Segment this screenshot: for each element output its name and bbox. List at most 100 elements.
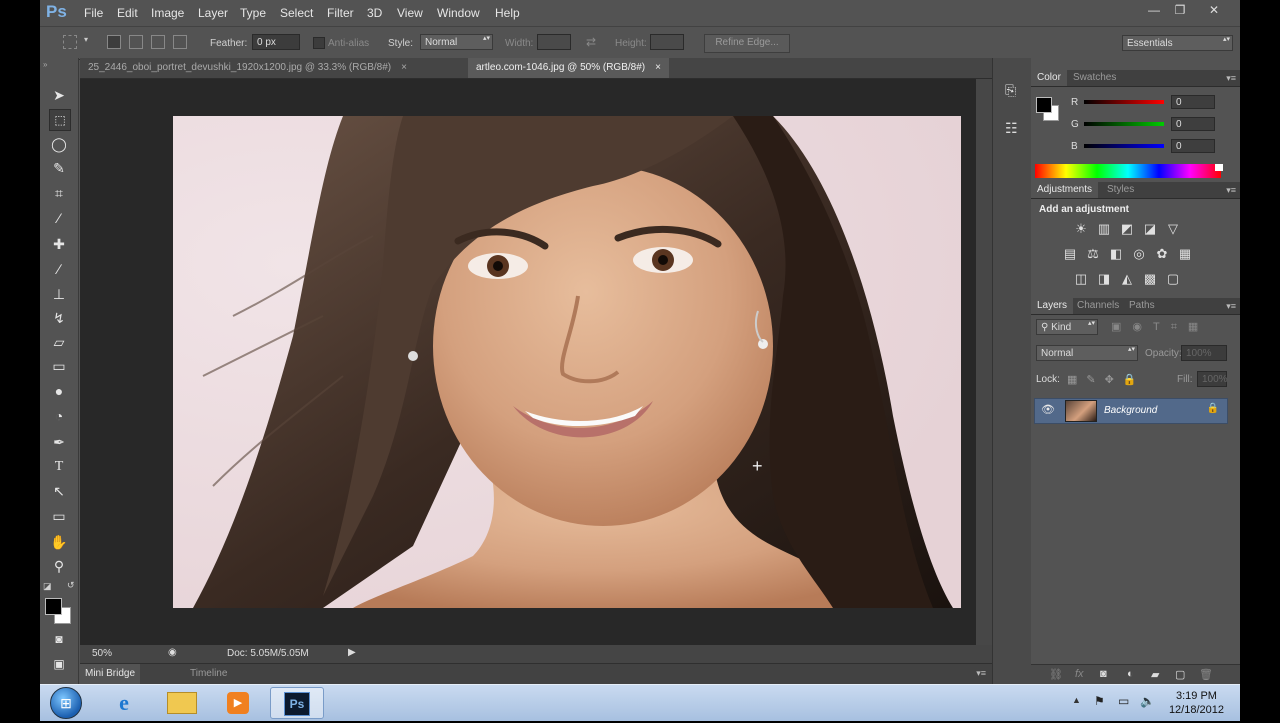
layer-name[interactable]: Background <box>1104 405 1157 416</box>
zoom-level[interactable]: 50% <box>92 648 112 659</box>
tab-swatches[interactable]: Swatches <box>1067 70 1122 86</box>
menu-layer[interactable]: Layer <box>198 6 228 20</box>
refine-edge-button[interactable]: Refine Edge... <box>704 34 790 53</box>
subtract-selection-icon[interactable] <box>151 35 165 49</box>
explorer-button[interactable] <box>156 687 208 719</box>
type-tool-icon[interactable]: T <box>49 457 69 477</box>
eraser-tool-icon[interactable]: ▱ <box>49 332 69 352</box>
history-brush-tool-icon[interactable]: ↯ <box>49 308 69 328</box>
media-player-button[interactable]: ▶ <box>212 687 264 719</box>
chevron-down-icon[interactable]: ▾ <box>84 35 88 44</box>
fill-input[interactable]: 100% <box>1197 371 1228 387</box>
add-mask-icon[interactable]: ◙ <box>1100 668 1107 680</box>
new-selection-icon[interactable] <box>107 35 121 49</box>
red-slider[interactable] <box>1084 100 1164 104</box>
white-swatch[interactable] <box>1215 164 1223 171</box>
link-layers-icon[interactable]: ⛓ <box>1049 668 1063 681</box>
properties-panel-icon[interactable]: ☷ <box>1005 120 1018 137</box>
fx-icon[interactable]: fx <box>1075 668 1084 680</box>
flag-icon[interactable]: ⚑ <box>1094 694 1105 708</box>
screen-mode-icon[interactable]: ▣ <box>49 654 69 674</box>
color-balance-icon[interactable]: ⚖ <box>1085 246 1101 262</box>
new-group-icon[interactable]: ▰ <box>1151 668 1159 681</box>
menu-edit[interactable]: Edit <box>117 6 138 20</box>
document-image[interactable] <box>173 116 961 608</box>
selective-color-icon[interactable]: ▢ <box>1165 271 1181 287</box>
hue-saturation-icon[interactable]: ▤ <box>1062 246 1078 262</box>
tab-paths[interactable]: Paths <box>1123 298 1161 314</box>
channel-mixer-icon[interactable]: ✿ <box>1154 246 1170 262</box>
color-lookup-icon[interactable]: ▦ <box>1177 246 1193 262</box>
lasso-tool-icon[interactable]: ◯ <box>49 134 69 154</box>
quick-selection-tool-icon[interactable]: ✎ <box>49 158 69 178</box>
exposure-icon[interactable]: ◪ <box>1142 221 1158 237</box>
menu-filter[interactable]: Filter <box>327 6 354 20</box>
menu-file[interactable]: File <box>84 6 103 20</box>
play-icon[interactable]: ▶ <box>348 647 356 658</box>
restore-button[interactable]: ❐ <box>1166 2 1194 18</box>
default-colors-icon[interactable]: ◪ <box>43 581 52 592</box>
foreground-color-swatch[interactable] <box>45 598 62 615</box>
delete-layer-icon[interactable]: 🗑 <box>1199 668 1213 681</box>
clock[interactable]: 3:19 PM 12/18/2012 <box>1169 689 1224 717</box>
quick-mask-icon[interactable]: ◙ <box>49 629 69 649</box>
close-button[interactable]: ✕ <box>1200 2 1228 18</box>
blue-slider[interactable] <box>1084 144 1164 148</box>
network-icon[interactable]: ▭ <box>1118 694 1129 708</box>
tab-layers[interactable]: Layers <box>1031 298 1074 314</box>
layer-filter-icons[interactable]: ▣◉T⌗▦ <box>1111 320 1209 334</box>
hand-tool-icon[interactable]: ✋ <box>49 532 69 552</box>
style-select[interactable]: Normal <box>420 34 493 50</box>
move-tool-icon[interactable]: ➤ <box>49 85 69 105</box>
pen-tool-icon[interactable]: ✒ <box>49 432 69 452</box>
blur-tool-icon[interactable]: ● <box>49 381 69 401</box>
rectangle-tool-icon[interactable]: ▭ <box>49 506 69 526</box>
tab-styles[interactable]: Styles <box>1101 182 1140 198</box>
menu-3d[interactable]: 3D <box>367 6 382 20</box>
threshold-icon[interactable]: ◭ <box>1119 271 1135 287</box>
curves-icon[interactable]: ◩ <box>1119 221 1135 237</box>
panel-menu-icon[interactable]: ▾≡ <box>976 668 986 679</box>
foreground-color-chip[interactable] <box>1036 97 1052 113</box>
new-layer-icon[interactable]: ▢ <box>1175 668 1185 681</box>
levels-icon[interactable]: ▥ <box>1096 221 1112 237</box>
width-input[interactable] <box>537 34 571 50</box>
tab-channels[interactable]: Channels <box>1071 298 1125 314</box>
green-value[interactable]: 0 <box>1171 117 1215 131</box>
tab-document-1[interactable]: 25_2446_oboi_portret_devushki_1920x1200.… <box>80 58 415 78</box>
start-button[interactable]: ⊞ <box>40 687 92 719</box>
clone-stamp-tool-icon[interactable]: ⊥ <box>49 284 69 304</box>
blue-value[interactable]: 0 <box>1171 139 1215 153</box>
zoom-tool-icon[interactable]: ⚲ <box>49 556 69 576</box>
internet-explorer-button[interactable]: e <box>98 687 150 719</box>
blend-mode-select[interactable]: Normal <box>1036 345 1138 361</box>
antialias-checkbox[interactable] <box>313 37 325 49</box>
black-white-icon[interactable]: ◧ <box>1108 246 1124 262</box>
intersect-selection-icon[interactable] <box>173 35 187 49</box>
layer-row[interactable]: 👁 Background 🔒 <box>1034 398 1228 424</box>
gradient-tool-icon[interactable]: ▭ <box>49 356 69 376</box>
tray-expand-icon[interactable]: ▲ <box>1072 695 1081 705</box>
workspace-select[interactable]: Essentials <box>1122 35 1233 51</box>
menu-window[interactable]: Window <box>437 6 480 20</box>
opacity-input[interactable]: 100% <box>1181 345 1227 361</box>
path-selection-tool-icon[interactable]: ↖ <box>49 481 69 501</box>
color-spectrum-bar[interactable] <box>1035 164 1221 178</box>
vibrance-icon[interactable]: ▽ <box>1165 221 1181 237</box>
tool-preset-icon[interactable] <box>63 35 77 49</box>
red-value[interactable]: 0 <box>1171 95 1215 109</box>
swap-icon[interactable]: ⇄ <box>586 35 596 49</box>
panel-menu-icon[interactable]: ▾≡ <box>1226 70 1236 86</box>
menu-type[interactable]: Type <box>240 6 266 20</box>
tab-color[interactable]: Color <box>1031 70 1067 86</box>
gradient-map-icon[interactable]: ▩ <box>1142 271 1158 287</box>
menu-image[interactable]: Image <box>151 6 184 20</box>
healing-brush-tool-icon[interactable]: ✚ <box>49 234 69 254</box>
crop-tool-icon[interactable]: ⌗ <box>49 183 69 203</box>
marquee-tool-icon[interactable]: ⬚ <box>49 109 71 131</box>
height-input[interactable] <box>650 34 684 50</box>
photoshop-taskbar-button[interactable]: Ps <box>270 687 324 719</box>
new-adjustment-icon[interactable]: ◐ <box>1127 668 1134 680</box>
tab-adjustments[interactable]: Adjustments <box>1031 182 1099 198</box>
layer-filter-select[interactable]: ⚲ Kind <box>1036 319 1098 335</box>
